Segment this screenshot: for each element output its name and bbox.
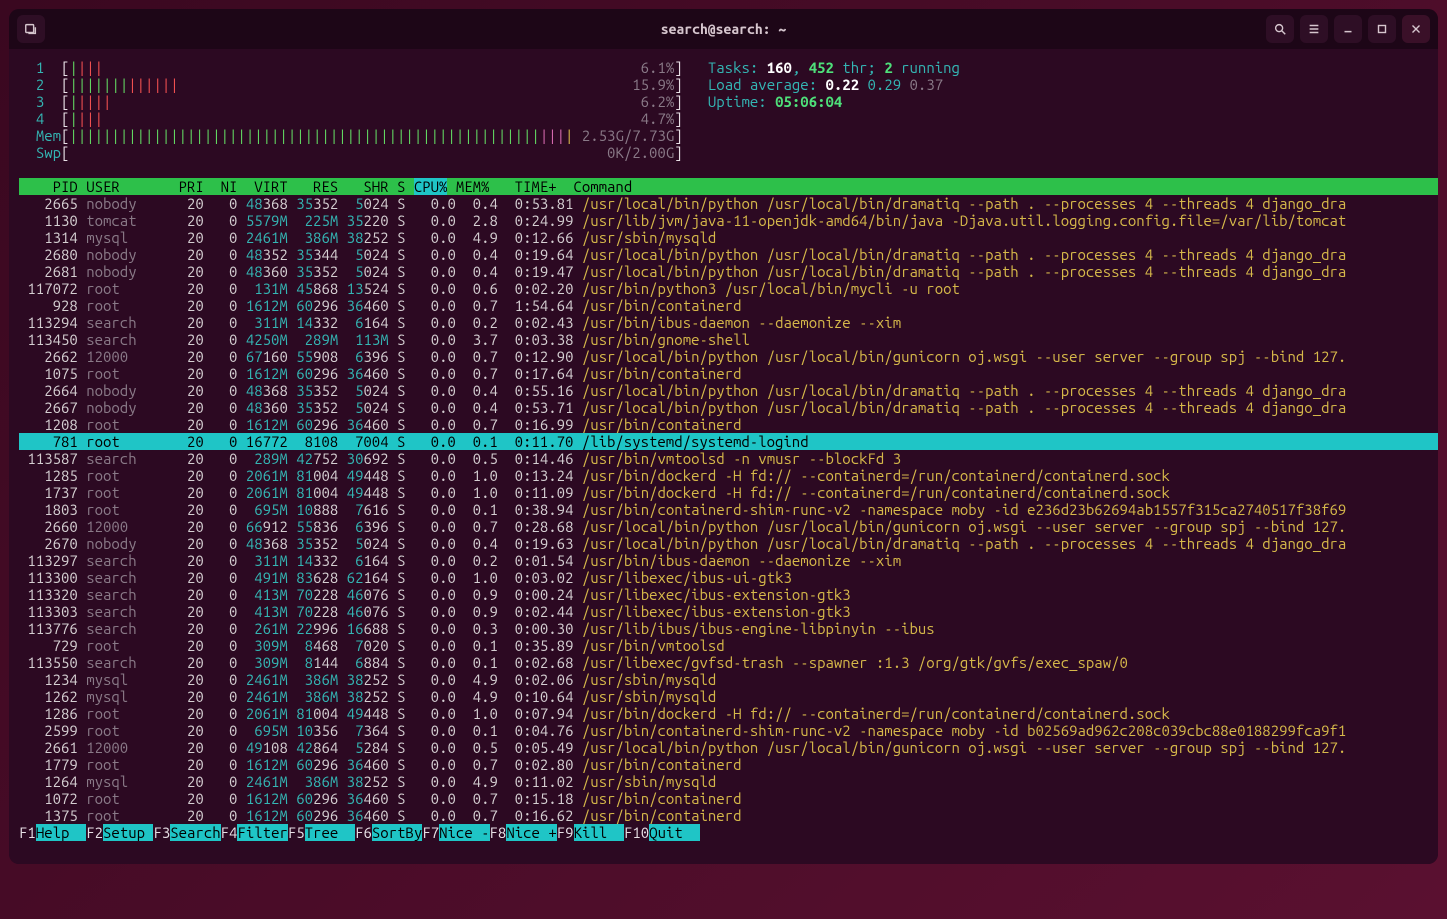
process-row[interactable]: 1803 root 20 0 695M 10888 7616 S 0.0 0.1…	[19, 501, 1438, 518]
process-row[interactable]: 117072 root 20 0 131M 45868 13524 S 0.0 …	[19, 280, 1438, 297]
process-row[interactable]: 2599 root 20 0 695M 10356 7364 S 0.0 0.1…	[19, 722, 1438, 739]
process-row[interactable]: 1130 tomcat 20 0 5579M 225M 35220 S 0.0 …	[19, 212, 1438, 229]
process-row[interactable]: 113550 search 20 0 309M 8144 6884 S 0.0 …	[19, 654, 1438, 671]
menu-button[interactable]	[1300, 15, 1328, 43]
process-row[interactable]: 2662 12000 20 0 67160 55908 6396 S 0.0 0…	[19, 348, 1438, 365]
mem-meter: Mem[||||||||||||||||||||||||||||||||||||…	[19, 127, 1438, 144]
process-row[interactable]: 2667 nobody 20 0 48360 35352 5024 S 0.0 …	[19, 399, 1438, 416]
process-row[interactable]: 1737 root 20 0 2061M 81004 49448 S 0.0 1…	[19, 484, 1438, 501]
process-row[interactable]: 2665 nobody 20 0 48368 35352 5024 S 0.0 …	[19, 195, 1438, 212]
process-row[interactable]: 1208 root 20 0 1612M 60296 36460 S 0.0 0…	[19, 416, 1438, 433]
titlebar[interactable]: search@search: ~	[9, 9, 1438, 49]
search-button[interactable]	[1266, 15, 1294, 43]
window-title: search@search: ~	[267, 21, 1180, 37]
process-row[interactable]: 1264 mysql 20 0 2461M 386M 38252 S 0.0 4…	[19, 773, 1438, 790]
maximize-button[interactable]	[1368, 15, 1396, 43]
process-row[interactable]: 2660 12000 20 0 66912 55836 6396 S 0.0 0…	[19, 518, 1438, 535]
process-row[interactable]: 2664 nobody 20 0 48368 35352 5024 S 0.0 …	[19, 382, 1438, 399]
process-row[interactable]: 2680 nobody 20 0 48352 35344 5024 S 0.0 …	[19, 246, 1438, 263]
column-header[interactable]: PID USER PRI NI VIRT RES SHR S CPU% MEM%…	[19, 178, 1438, 195]
minimize-button[interactable]	[1334, 15, 1362, 43]
cpu-meter: 4 [|||| 4.7%]	[19, 110, 1438, 127]
process-row[interactable]: 113297 search 20 0 311M 14332 6164 S 0.0…	[19, 552, 1438, 569]
process-row[interactable]: 2681 nobody 20 0 48360 35352 5024 S 0.0 …	[19, 263, 1438, 280]
function-keys[interactable]: F1Help F2Setup F3SearchF4FilterF5Tree F6…	[19, 824, 1438, 841]
process-row[interactable]: 729 root 20 0 309M 8468 7020 S 0.0 0.1 0…	[19, 637, 1438, 654]
terminal-content[interactable]: 1 [|||| 6.1%] Tasks: 160, 452 thr; 2 run…	[9, 49, 1438, 864]
process-row[interactable]: 1286 root 20 0 2061M 81004 49448 S 0.0 1…	[19, 705, 1438, 722]
process-row[interactable]: 1262 mysql 20 0 2461M 386M 38252 S 0.0 4…	[19, 688, 1438, 705]
process-row-selected[interactable]: 781 root 20 0 16772 8108 7004 S 0.0 0.1 …	[19, 433, 1438, 450]
process-row[interactable]: 113450 search 20 0 4250M 289M 113M S 0.0…	[19, 331, 1438, 348]
process-row[interactable]: 113320 search 20 0 413M 70228 46076 S 0.…	[19, 586, 1438, 603]
process-row[interactable]: 113587 search 20 0 289M 42752 30692 S 0.…	[19, 450, 1438, 467]
process-row[interactable]: 113300 search 20 0 491M 83628 62164 S 0.…	[19, 569, 1438, 586]
process-row[interactable]: 1075 root 20 0 1612M 60296 36460 S 0.0 0…	[19, 365, 1438, 382]
close-button[interactable]	[1402, 15, 1430, 43]
terminal-window: search@search: ~ 1 [|||| 6.1%] Tasks: 16…	[9, 9, 1438, 864]
process-row[interactable]: 1375 root 20 0 1612M 60296 36460 S 0.0 0…	[19, 807, 1438, 824]
cpu-meter: 2 [||||||||||||| 15.9%] Load average: 0.…	[19, 76, 1438, 93]
process-row[interactable]: 1072 root 20 0 1612M 60296 36460 S 0.0 0…	[19, 790, 1438, 807]
process-row[interactable]: 928 root 20 0 1612M 60296 36460 S 0.0 0.…	[19, 297, 1438, 314]
process-row[interactable]: 113294 search 20 0 311M 14332 6164 S 0.0…	[19, 314, 1438, 331]
process-row[interactable]: 113776 search 20 0 261M 22996 16688 S 0.…	[19, 620, 1438, 637]
cpu-meter: 1 [|||| 6.1%] Tasks: 160, 452 thr; 2 run…	[19, 59, 1438, 76]
process-row[interactable]: 2670 nobody 20 0 48368 35352 5024 S 0.0 …	[19, 535, 1438, 552]
process-row[interactable]: 1314 mysql 20 0 2461M 386M 38252 S 0.0 4…	[19, 229, 1438, 246]
process-row[interactable]: 1779 root 20 0 1612M 60296 36460 S 0.0 0…	[19, 756, 1438, 773]
process-row[interactable]: 113303 search 20 0 413M 70228 46076 S 0.…	[19, 603, 1438, 620]
process-row[interactable]: 1234 mysql 20 0 2461M 386M 38252 S 0.0 4…	[19, 671, 1438, 688]
process-row[interactable]: 1285 root 20 0 2061M 81004 49448 S 0.0 1…	[19, 467, 1438, 484]
new-tab-button[interactable]	[17, 15, 45, 43]
process-row[interactable]: 2661 12000 20 0 49108 42864 5284 S 0.0 0…	[19, 739, 1438, 756]
cpu-meter: 3 [||||| 6.2%] Uptime: 05:06:04	[19, 93, 1438, 110]
swp-meter: Swp[ 0K/2.00G]	[19, 144, 1438, 161]
